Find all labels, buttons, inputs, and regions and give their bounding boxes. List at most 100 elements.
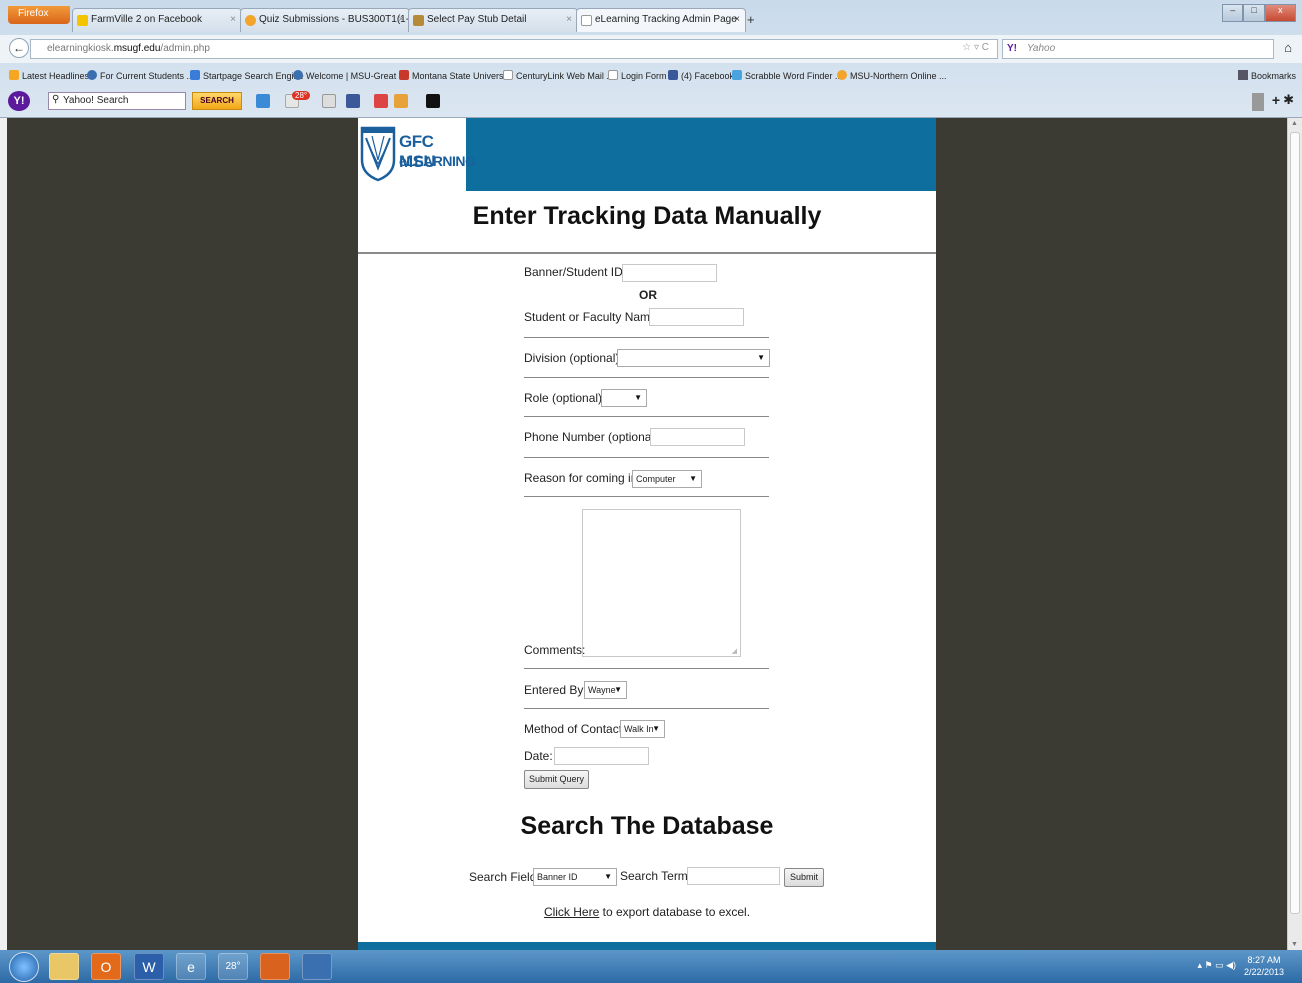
chevron-down-icon: ▼ xyxy=(614,685,622,694)
word-icon[interactable]: W xyxy=(134,953,164,980)
site-logo[interactable]: GFC MSU eLEARNING xyxy=(358,118,476,191)
reason-select[interactable]: Computer ▼ xyxy=(632,470,702,488)
bookmark-label: Startpage Search Engine xyxy=(203,71,304,81)
gear-icon[interactable]: ✱ xyxy=(1283,92,1294,108)
method-select[interactable]: Walk In ▼ xyxy=(620,720,665,738)
close-window-button[interactable]: x xyxy=(1264,4,1296,22)
firefox-menu-button[interactable]: Firefox xyxy=(8,6,70,24)
search-submit-button[interactable]: Submit xyxy=(784,868,824,887)
scroll-up-icon[interactable]: ▲ xyxy=(1291,120,1298,127)
bookmark-label: CenturyLink Web Mail ... xyxy=(516,71,614,81)
facebook-icon xyxy=(668,70,678,80)
close-tab-icon[interactable]: × xyxy=(566,14,572,25)
page-icon xyxy=(608,70,618,80)
chevron-down-icon: ▼ xyxy=(604,872,612,881)
or-label: OR xyxy=(639,288,657,302)
facebook-icon[interactable] xyxy=(346,94,360,108)
resize-grip-icon[interactable]: ◢ xyxy=(732,647,737,655)
file-explorer-icon[interactable] xyxy=(49,953,79,980)
bookmark-centurylink[interactable]: CenturyLink Web Mail ... xyxy=(503,70,614,81)
comments-textarea[interactable]: ◢ xyxy=(582,509,741,657)
role-select[interactable]: ▼ xyxy=(601,389,647,407)
mail-icon[interactable] xyxy=(256,94,270,108)
close-tab-icon[interactable]: × xyxy=(230,14,236,25)
export-link[interactable]: Click Here xyxy=(544,905,599,919)
bookmark-label: MSU-Northern Online ... xyxy=(850,71,947,81)
games-icon[interactable] xyxy=(394,94,408,108)
banner-id-input[interactable] xyxy=(622,264,717,282)
shield-logo-icon xyxy=(360,126,396,182)
weather-app-icon[interactable]: 28° xyxy=(218,953,248,980)
bookmark-scrabble[interactable]: Scrabble Word Finder ... xyxy=(732,70,842,81)
bookmark-montana-state[interactable]: Montana State Univers... xyxy=(399,70,511,81)
bookmark-star-icon[interactable]: ☆ ▿ C xyxy=(962,42,989,53)
yahoo-search-button[interactable]: SEARCH xyxy=(192,92,242,110)
division-label: Division (optional): xyxy=(524,351,623,365)
scrollbar-thumb[interactable] xyxy=(1290,132,1300,914)
tab-quiz-submissions[interactable]: Quiz Submissions - BUS300T1(1-5) - ... × xyxy=(240,8,410,32)
search-term-input[interactable] xyxy=(687,867,780,885)
bookmark-msu-northern[interactable]: MSU-Northern Online ... xyxy=(837,70,947,81)
tab-pay-stub[interactable]: Select Pay Stub Detail × xyxy=(408,8,578,32)
home-icon[interactable]: ⌂ xyxy=(1284,40,1292,55)
navigation-bar: ← elearningkiosk.msugf.edu/admin.php ☆ ▿… xyxy=(0,35,1302,63)
ebay-icon[interactable] xyxy=(426,94,440,108)
entered-by-select[interactable]: Wayne ▼ xyxy=(584,681,627,699)
reader-icon[interactable] xyxy=(1252,93,1264,111)
date-input[interactable] xyxy=(554,747,649,765)
tab-label: eLearning Tracking Admin Page xyxy=(595,14,737,25)
bookmark-latest-headlines[interactable]: Latest Headlines xyxy=(9,70,89,81)
address-bar[interactable]: elearningkiosk.msugf.edu/admin.php ☆ ▿ C xyxy=(30,39,998,59)
maximize-button[interactable]: □ xyxy=(1243,4,1265,22)
scroll-down-icon[interactable]: ▼ xyxy=(1291,941,1298,948)
bookmark-startpage[interactable]: Startpage Search Engine xyxy=(190,70,304,81)
outlook-icon[interactable]: O xyxy=(91,953,121,980)
vertical-scrollbar[interactable]: ▲ ▼ xyxy=(1287,118,1302,950)
close-tab-icon[interactable]: × xyxy=(398,14,404,25)
divider xyxy=(524,457,769,458)
phone-input[interactable] xyxy=(650,428,745,446)
bookmark-login-form[interactable]: Login Form xyxy=(608,70,667,81)
yahoo-search-input[interactable]: ⚲ Yahoo! Search xyxy=(48,92,186,110)
yahoo-logo-icon[interactable]: Y! xyxy=(8,91,30,111)
tab-label: FarmVille 2 on Facebook xyxy=(91,14,202,25)
submit-query-button[interactable]: Submit Query xyxy=(524,770,589,789)
youtube-icon[interactable] xyxy=(374,94,388,108)
admin-page: GFC MSU eLEARNING Enter Tracking Data Ma… xyxy=(358,118,936,950)
tab-label: Quiz Submissions - BUS300T1(1-5) - ... xyxy=(259,14,410,25)
entered-by-label: Entered By: xyxy=(524,683,587,697)
system-clock[interactable]: 8:27 AM 2/22/2013 xyxy=(1244,954,1284,978)
sun-favicon-icon xyxy=(245,15,256,26)
tab-elearning-tracking[interactable]: eLearning Tracking Admin Page × xyxy=(576,8,746,32)
division-select[interactable]: ▼ xyxy=(617,349,770,367)
bookmark-current-students[interactable]: For Current Students ... xyxy=(87,70,194,81)
start-button-icon[interactable] xyxy=(9,952,39,982)
clipboard-icon[interactable] xyxy=(322,94,336,108)
search-field-select[interactable]: Banner ID ▼ xyxy=(533,868,617,886)
name-input[interactable] xyxy=(649,308,744,326)
bookmark-msu-great[interactable]: Welcome | MSU-Great ... xyxy=(293,70,406,81)
security-shield-icon[interactable] xyxy=(302,953,332,980)
tab-farmville[interactable]: FarmVille 2 on Facebook × xyxy=(72,8,242,32)
chevron-down-icon: ▼ xyxy=(757,353,765,362)
url-domain: elearningkiosk. xyxy=(47,43,114,54)
search-engine-box[interactable]: Y! Yahoo xyxy=(1002,39,1274,59)
add-icon[interactable]: + xyxy=(1272,92,1280,108)
system-tray[interactable]: ▴ ⚑ ▭ ◀) xyxy=(1197,960,1236,971)
close-tab-icon[interactable]: × xyxy=(734,14,740,25)
firefox-icon[interactable] xyxy=(260,953,290,980)
new-tab-button[interactable]: + xyxy=(747,12,763,30)
search-engine-placeholder: Yahoo xyxy=(1027,43,1056,54)
bookmark-label: Login Form xyxy=(621,71,667,81)
bookmark-label: Montana State Univers... xyxy=(412,71,512,81)
bookmarks-menu[interactable]: Bookmarks xyxy=(1237,70,1296,81)
internet-explorer-icon[interactable]: e xyxy=(176,953,206,980)
bookmark-facebook[interactable]: (4) Facebook xyxy=(668,70,734,81)
rss-icon xyxy=(9,70,19,80)
anchor-favicon-icon xyxy=(413,15,424,26)
minimize-button[interactable]: – xyxy=(1222,4,1244,22)
yahoo-icon: Y! xyxy=(1007,43,1017,54)
divider xyxy=(524,416,769,417)
tab-label: Select Pay Stub Detail xyxy=(427,14,527,25)
back-arrow-icon[interactable]: ← xyxy=(9,38,29,58)
